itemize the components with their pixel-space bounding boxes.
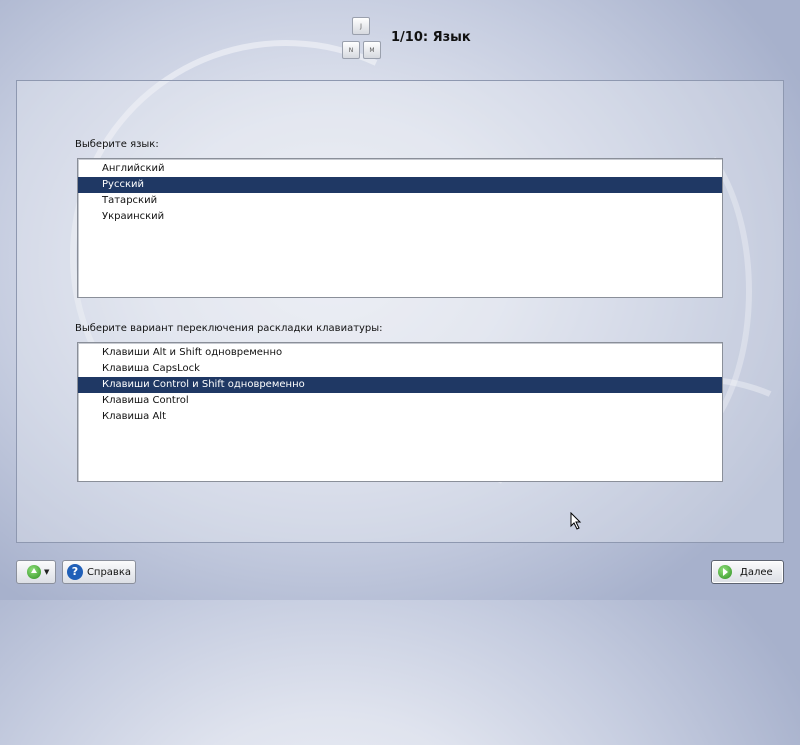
language-list-item[interactable]: Русский bbox=[78, 177, 722, 193]
help-icon: ? bbox=[67, 564, 83, 580]
layout-switch-label: Выберите вариант переключения раскладки … bbox=[75, 323, 383, 334]
layout-switch-list-item[interactable]: Клавиша CapsLock bbox=[78, 361, 722, 377]
keyboard-icon: J N M bbox=[342, 17, 384, 59]
key-icon: M bbox=[363, 41, 381, 59]
green-right-arrow-icon bbox=[718, 565, 732, 579]
language-list[interactable]: Английский Русский Татарский Украинский bbox=[77, 158, 723, 298]
layout-switch-list[interactable]: Клавиши Alt и Shift одновременно Клавиша … bbox=[77, 342, 723, 482]
layout-switch-list-item[interactable]: Клавиша Alt bbox=[78, 409, 722, 425]
next-button-label: Далее bbox=[740, 566, 773, 578]
language-list-item[interactable]: Украинский bbox=[78, 209, 722, 225]
layout-switch-list-item[interactable]: Клавиша Control bbox=[78, 393, 722, 409]
key-icon: N bbox=[342, 41, 360, 59]
language-list-item[interactable]: Татарский bbox=[78, 193, 722, 209]
language-label: Выберите язык: bbox=[75, 139, 159, 150]
menu-button[interactable]: ▼ bbox=[16, 560, 56, 584]
language-list-item[interactable]: Английский bbox=[78, 161, 722, 177]
chevron-down-icon: ▼ bbox=[44, 568, 50, 576]
help-button[interactable]: ? Справка bbox=[62, 560, 136, 584]
help-button-label: Справка bbox=[86, 566, 131, 578]
page-header: J N M 1/10: Язык bbox=[0, 14, 800, 64]
next-button[interactable]: Далее bbox=[711, 560, 784, 584]
mouse-cursor-icon bbox=[570, 512, 582, 530]
green-up-arrow-icon bbox=[27, 565, 41, 579]
layout-switch-list-item[interactable]: Клавиши Alt и Shift одновременно bbox=[78, 345, 722, 361]
page-title: 1/10: Язык bbox=[391, 30, 471, 45]
layout-switch-list-item[interactable]: Клавиши Control и Shift одновременно bbox=[78, 377, 722, 393]
key-icon: J bbox=[352, 17, 370, 35]
